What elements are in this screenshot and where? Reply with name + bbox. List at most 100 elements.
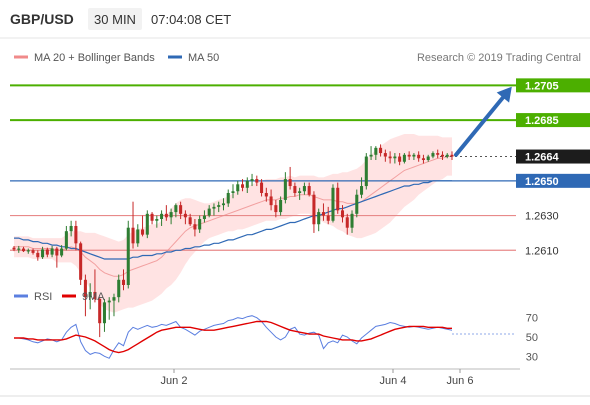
candle-body-82 <box>402 154 406 162</box>
candle-body-1 <box>17 248 21 250</box>
candle-body-28 <box>145 213 149 235</box>
candle-body-71 <box>350 213 354 228</box>
candle-body-40 <box>202 215 206 220</box>
candle-body-3 <box>26 250 30 252</box>
candle-body-45 <box>226 192 230 204</box>
rsi-tick-50: 50 <box>526 332 538 344</box>
level-label-1.2630: 1.2630 <box>525 211 559 223</box>
candle-body-7 <box>45 249 49 255</box>
candle-body-34 <box>174 205 178 213</box>
rsi-tick-30: 30 <box>526 351 538 363</box>
candle-body-75 <box>369 154 373 157</box>
candle-body-62 <box>307 186 311 195</box>
candle-body-85 <box>417 154 421 159</box>
candle-body-64 <box>317 212 321 225</box>
candle-body-4 <box>31 250 35 253</box>
candle-body-79 <box>388 156 392 159</box>
candle-body-70 <box>345 217 349 228</box>
rsi-panel: 70 50 30 <box>14 313 538 363</box>
candle-body-22 <box>117 279 121 298</box>
candle-body-58 <box>288 179 292 187</box>
chart-root: GBP/USD 30 MIN 07:04:08 CET MA 20 + Boll… <box>0 0 590 400</box>
level-label-1.2685: 1.2685 <box>525 115 559 127</box>
ma50-legend-label: MA 50 <box>188 52 219 64</box>
x-tick-label-jun-4: Jun 4 <box>380 375 407 387</box>
candle-body-57 <box>283 179 287 200</box>
bollinger-band <box>14 134 452 313</box>
candle-body-73 <box>360 186 364 195</box>
candle-body-30 <box>155 219 159 221</box>
candle-body-10 <box>60 248 64 256</box>
level-label-1.2610: 1.2610 <box>525 245 559 257</box>
candle-body-38 <box>193 224 197 230</box>
candle-body-21 <box>112 297 116 301</box>
candle-body-19 <box>102 302 106 324</box>
candle-body-86 <box>421 158 425 161</box>
timeframe-label: 30 MIN <box>94 12 136 27</box>
candle-body-49 <box>245 180 249 188</box>
candle-body-31 <box>160 213 164 220</box>
candle-body-35 <box>179 205 183 214</box>
candle-body-50 <box>250 179 254 181</box>
candle-body-54 <box>269 196 273 206</box>
candle-body-80 <box>393 156 397 159</box>
candle-body-78 <box>383 153 387 157</box>
candle-body-89 <box>436 153 440 155</box>
candle-body-44 <box>221 203 226 206</box>
candle-body-84 <box>412 154 416 157</box>
candle-body-48 <box>240 184 245 188</box>
forecast-arrow-shaft <box>454 89 510 157</box>
candle-body-46 <box>231 191 235 193</box>
rsi-series-rsi <box>14 315 453 359</box>
candle-body-67 <box>331 187 335 221</box>
x-tick-label-jun-6: Jun 6 <box>447 375 474 387</box>
candle-body-39 <box>198 219 202 230</box>
candle-body-11 <box>64 231 68 249</box>
candle-body-56 <box>279 199 283 213</box>
level-label-1.2650: 1.2650 <box>525 176 559 188</box>
candle-body-42 <box>212 206 216 209</box>
candle-body-41 <box>207 208 211 216</box>
candle-body-91 <box>445 154 449 157</box>
candle-body-43 <box>217 205 221 207</box>
candle-body-74 <box>364 156 368 187</box>
candle-body-5 <box>36 252 40 258</box>
candle-body-92 <box>450 154 454 157</box>
candle-body-33 <box>169 212 173 218</box>
candle-body-51 <box>255 179 259 183</box>
candle-body-37 <box>188 217 192 225</box>
candle-body-52 <box>260 182 264 193</box>
candle-body-47 <box>236 184 240 192</box>
level-label-1.2664: 1.2664 <box>525 152 560 164</box>
candle-body-66 <box>326 215 330 221</box>
candle-body-87 <box>426 156 430 161</box>
candle-body-59 <box>293 186 297 193</box>
candle-body-6 <box>41 249 45 258</box>
copyright-text: Research © 2019 Trading Central <box>417 52 581 64</box>
time-label: 07:04:08 CET <box>151 12 231 27</box>
candle-body-25 <box>131 227 135 244</box>
rsi-tick-70: 70 <box>526 313 538 325</box>
candle-body-53 <box>264 192 268 197</box>
x-axis: Jun 2 Jun 4 Jun 6 <box>161 369 474 387</box>
candle-body-26 <box>136 229 140 244</box>
symbol-title: GBP/USD <box>10 11 74 27</box>
rsi-legend-label: RSI <box>34 291 52 303</box>
candle-body-24 <box>126 227 130 285</box>
level-label-1.2705: 1.2705 <box>525 80 559 92</box>
candle-body-72 <box>355 194 359 214</box>
candle-body-88 <box>431 153 435 157</box>
candle-body-81 <box>398 156 402 162</box>
candle-body-13 <box>74 225 78 244</box>
candle-body-65 <box>321 212 325 216</box>
candle-body-83 <box>407 154 411 157</box>
ma9-legend-label: 9MA <box>82 291 105 303</box>
candle-body-29 <box>150 213 154 221</box>
candle-body-20 <box>107 300 111 303</box>
candle-body-14 <box>79 243 83 280</box>
candle-body-27 <box>141 229 145 235</box>
candle-body-68 <box>336 187 340 211</box>
candle-body-76 <box>374 147 378 155</box>
candle-body-90 <box>440 154 445 157</box>
candle-body-8 <box>50 248 54 255</box>
